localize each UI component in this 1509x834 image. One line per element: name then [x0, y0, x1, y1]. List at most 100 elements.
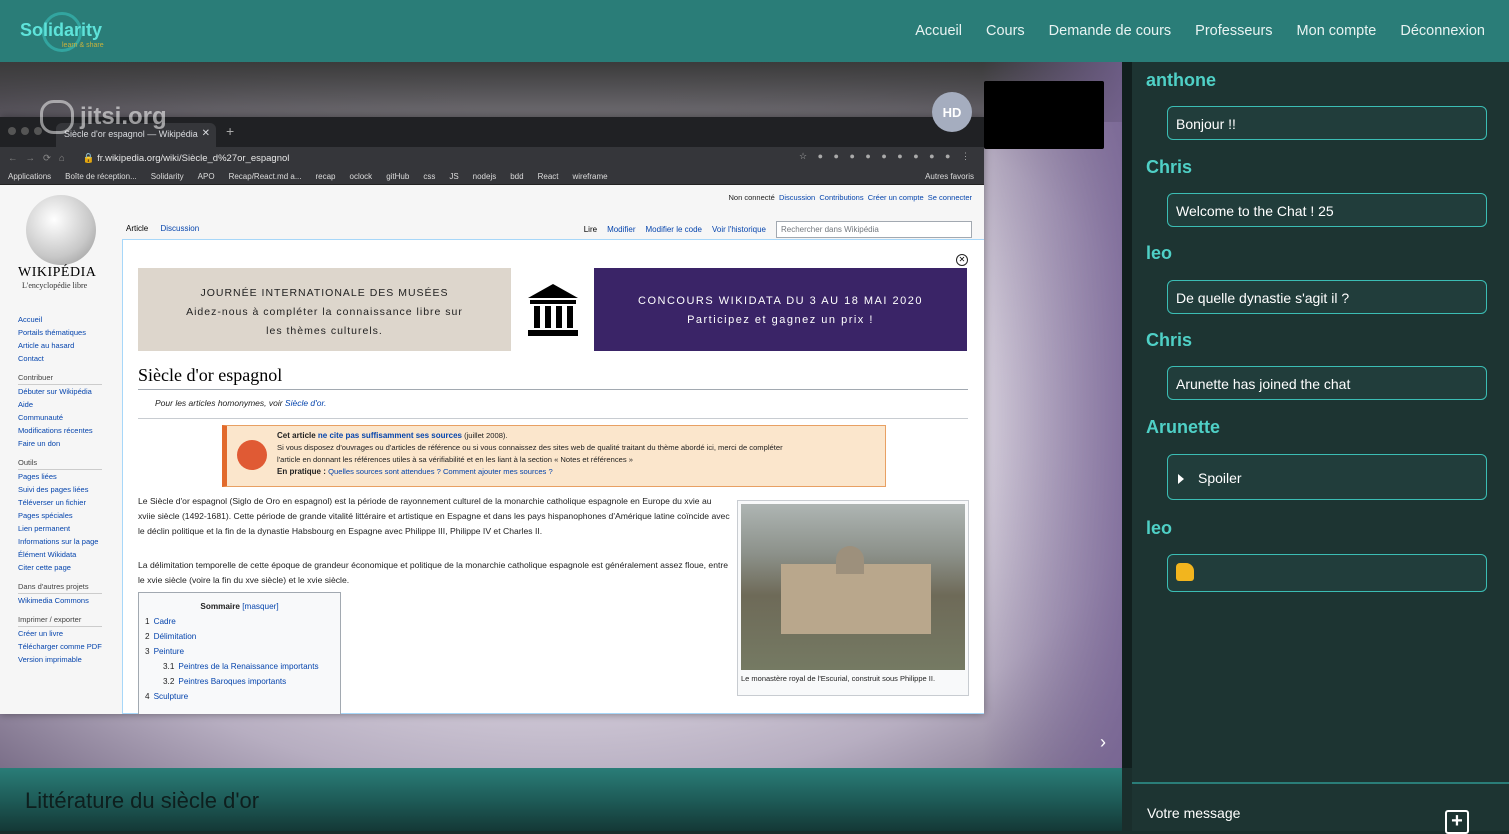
logo-subtext: learn & share — [62, 42, 104, 49]
nav-demande-de-cours[interactable]: Demande de cours — [1049, 23, 1172, 39]
jitsi-watermark-text: jitsi.org — [80, 103, 167, 130]
wiki-nav-item: Version imprimable — [18, 655, 82, 664]
bookmark-item: React — [537, 172, 559, 181]
chat-message-input[interactable]: Votre message — [1147, 805, 1240, 821]
bookmark-item: oclock — [349, 172, 373, 181]
wiki-top-link: Discussion — [778, 193, 816, 202]
extension-icons: ☆ ● ● ● ● ● ● ● ● ● ⋮ — [799, 151, 974, 161]
nav-mon-compte[interactable]: Mon compte — [1297, 23, 1377, 39]
article-paragraph: La délimitation temporelle de cette époq… — [138, 560, 729, 585]
toc-item: 4 Sculpture — [145, 689, 334, 704]
bookmark-item: Boîte de réception... — [65, 172, 137, 181]
toc-number: 3.1 — [163, 662, 175, 671]
wiki-nav-item: Citer cette page — [18, 563, 71, 572]
wiki-nav-item: Lien permanent — [18, 524, 71, 533]
browser-address-bar: ←→⟳⌂ 🔒 fr.wikipedia.org/wiki/Siècle_d%27… — [0, 147, 984, 169]
chat-username: anthone — [1146, 70, 1216, 90]
video-conference-area[interactable]: Siècle d'or espagnol — Wikipédia ✕ + ←→⟳… — [0, 62, 1122, 768]
wiki-nav-item: Téléverser un fichier — [18, 498, 86, 507]
toc-item: 3.2 Peintres Baroques importants — [145, 674, 334, 689]
warn-practice-link: Quelles sources sont attendues ? Comment… — [328, 467, 553, 476]
nav-deconnexion[interactable]: Déconnexion — [1400, 23, 1485, 39]
escorial-thumbnail: Le monastère royal de l'Escurial, constr… — [737, 500, 969, 696]
wiki-nav-item: Pages liées — [18, 472, 57, 481]
spoiler-toggle[interactable]: Spoiler — [1167, 454, 1487, 500]
wiki-nav-item: Télécharger comme PDF — [18, 642, 102, 651]
homonym-link: Siècle d'or. — [284, 398, 327, 408]
wiki-nav-item: Informations sur la page — [18, 537, 99, 546]
nav-accueil[interactable]: Accueil — [915, 23, 962, 39]
warn-date: (juillet 2008). — [461, 431, 508, 440]
top-navbar: Solidarity learn & share Accueil Cours D… — [0, 0, 1509, 62]
bookmarks-bar: Applications Boîte de réception... Solid… — [0, 169, 984, 185]
bookmark-item: JS — [449, 172, 459, 181]
toc-label: Sculpture — [153, 692, 189, 701]
toc-item: 1 Cadre — [145, 614, 334, 629]
banner-text: JOURNÉE INTERNATIONALE DES MUSÉES — [200, 287, 449, 299]
article-paragraph: Le Siècle d'or espagnol (Siglo de Oro en… — [138, 496, 730, 536]
wiki-top-link: Contributions — [819, 193, 864, 202]
homonym-text: Pour les articles homonymes, voir — [155, 398, 285, 408]
wiki-other-heading: Dans d'autres projets — [18, 580, 102, 594]
banner-text: CONCOURS WIKIDATA DU 3 AU 18 MAI 2020 — [638, 295, 923, 307]
bookmark-item: css — [423, 172, 436, 181]
wiki-search-input: Rechercher dans Wikipédia — [776, 221, 972, 238]
wiki-nav: Accueil Portails thématiques Article au … — [18, 313, 102, 666]
toc-hide-link: [masquer] — [242, 602, 279, 611]
toc-label: Délimitation — [153, 632, 197, 641]
chat-input-area: Votre message + — [1132, 784, 1509, 834]
wiki-not-logged: Non connecté — [728, 193, 775, 202]
toc-item: 3 Peinture — [145, 644, 334, 659]
toc-title: Sommaire — [200, 602, 240, 611]
wiki-nav-item: Pages spéciales — [18, 511, 73, 520]
chevron-right-icon[interactable]: › — [1100, 732, 1106, 753]
bookmark-item: wireframe — [572, 172, 608, 181]
chat-scrollbar[interactable] — [1122, 62, 1132, 768]
chat-panel: anthone Bonjour !! Chris Welcome to the … — [1132, 62, 1509, 834]
nav-cours[interactable]: Cours — [986, 23, 1025, 39]
logo-text: Solidarity — [20, 20, 103, 40]
wiki-nav-item: Wikimedia Commons — [18, 596, 89, 605]
book-warning-icon — [237, 440, 267, 470]
solidarity-logo[interactable]: Solidarity learn & share — [20, 10, 130, 54]
wiki-nav-item: Faire un don — [18, 439, 61, 448]
toc-label: Cadre — [153, 617, 176, 626]
wikidata-banner: CONCOURS WIKIDATA DU 3 AU 18 MAI 2020 Pa… — [594, 268, 967, 351]
lock-icon: 🔒 — [82, 152, 98, 164]
wiki-action: Lire — [583, 225, 598, 234]
chat-message: Bonjour !! — [1167, 106, 1487, 140]
participant-avatar[interactable]: HD — [932, 92, 972, 132]
wiki-top-link: Créer un compte — [867, 193, 924, 202]
chat-username: Arunette — [1146, 417, 1221, 437]
wiki-article: JOURNÉE INTERNATIONALE DES MUSÉES Aidez-… — [122, 239, 984, 714]
wiki-nav-item: Suivi des pages liées — [18, 485, 89, 494]
new-tab-icon: + — [226, 123, 235, 139]
table-of-contents: Sommaire [masquer] 1 Cadre 2 Délimitation … — [138, 592, 341, 714]
wiki-action: Modifier le code — [645, 225, 702, 234]
spoiler-label: Spoiler — [1198, 470, 1242, 486]
window-controls — [8, 127, 42, 135]
bookmark-item: Applications — [8, 172, 52, 181]
wiki-nav-item: Débuter sur Wikipédia — [18, 387, 92, 396]
warn-practice: En pratique : — [277, 467, 329, 476]
chat-username: leo — [1146, 243, 1173, 263]
toc-label: Peintres Baroques importants — [178, 677, 287, 686]
browser-url: fr.wikipedia.org/wiki/Siècle_d%27or_espa… — [97, 152, 290, 164]
bookmark-item: bdd — [510, 172, 524, 181]
bookmark-item: recap — [315, 172, 336, 181]
self-view-thumbnail[interactable] — [984, 81, 1104, 149]
toc-number: 2 — [145, 632, 150, 641]
wiki-nav-item: Accueil — [18, 315, 43, 324]
add-attachment-icon[interactable]: + — [1445, 810, 1469, 834]
bookmark-item: nodejs — [472, 172, 497, 181]
wikipedia-globe-icon — [26, 195, 96, 265]
wiki-nav-item: Créer un livre — [18, 629, 64, 638]
banner-text: les thèmes culturels. — [266, 325, 383, 337]
toc-item: 3.1 Peintres de la Renaissance importants — [145, 659, 334, 674]
wiki-nav-item: Élément Wikidata — [18, 550, 77, 559]
nav-professeurs[interactable]: Professeurs — [1195, 23, 1272, 39]
wiki-nav-item: Communauté — [18, 413, 64, 422]
toc-label: Peinture — [153, 647, 185, 656]
close-banner-icon: ✕ — [956, 254, 968, 266]
banner-text: Participez et gagnez un prix ! — [687, 314, 874, 326]
